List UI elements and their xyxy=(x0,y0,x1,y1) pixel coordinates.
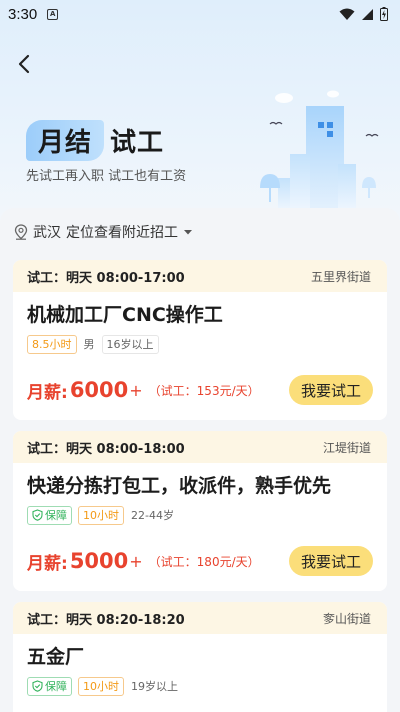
job-list-panel: 武汉 定位查看附近招工 试工：明天 08:00-17:00 五里界街道 机械加工… xyxy=(0,208,400,712)
job-title: 快递分拣打包工，收派件，熟手优先 xyxy=(27,475,332,497)
tag-hours: 10小时 xyxy=(78,676,124,696)
trial-time: 试工：明天 08:20-18:20 xyxy=(27,612,185,628)
tag-guarantee-label: 保障 xyxy=(45,508,67,522)
pay-label: 月薪: xyxy=(27,553,68,574)
tag-guarantee: 保障 xyxy=(27,676,72,696)
job-street: 五里界街道 xyxy=(310,269,371,284)
job-tags: 保障 10小时 19岁以上 xyxy=(13,672,387,696)
location-selector[interactable]: 武汉 定位查看附近招工 xyxy=(14,222,193,242)
page-title-text: 试工 xyxy=(110,128,165,158)
tag-age: 19岁以上 xyxy=(131,679,178,693)
tag-guarantee-label: 保障 xyxy=(45,679,67,693)
job-card-header: 试工：明天 08:00-17:00 五里界街道 xyxy=(13,260,387,292)
pay-amount: 6000 xyxy=(69,378,129,402)
status-time: 3:30 xyxy=(8,5,38,23)
location-pin-icon xyxy=(14,224,28,240)
battery-icon xyxy=(380,7,388,21)
job-title: 机械加工厂CNC操作工 xyxy=(27,304,223,326)
tag-hours: 8.5小时 xyxy=(27,334,77,354)
pay-plus: + xyxy=(129,551,143,571)
back-button[interactable] xyxy=(10,50,38,78)
signal-icon xyxy=(362,8,373,20)
pay-amount: 5000 xyxy=(69,549,129,573)
job-tags: 8.5小时 男 16岁以上 xyxy=(13,330,387,354)
page-title-highlight: 月结 xyxy=(26,120,105,161)
pay-label: 月薪: xyxy=(27,382,68,403)
wifi-icon xyxy=(339,8,355,20)
trial-time: 试工：明天 08:00-17:00 xyxy=(27,270,185,286)
status-icons xyxy=(339,7,388,21)
back-icon xyxy=(18,54,30,74)
city-illustration xyxy=(260,90,379,210)
status-bar: 3:30 A xyxy=(0,0,400,28)
job-street: 奓山街道 xyxy=(322,611,371,626)
tag-age: 16岁以上 xyxy=(101,334,159,354)
tag-guarantee: 保障 xyxy=(27,505,72,525)
location-hint: 定位查看附近招工 xyxy=(66,225,178,241)
job-tags: 保障 10小时 22-44岁 xyxy=(13,501,387,525)
pay-row: 月薪: 5000 + （试工：180元/天） 我要试工 xyxy=(27,545,373,577)
pay-plus: + xyxy=(129,380,143,400)
page-title: 月结 试工 xyxy=(26,120,164,161)
job-card[interactable]: 试工：明天 08:00-18:00 江堤街道 快递分拣打包工，收派件，熟手优先 … xyxy=(13,431,387,591)
trial-time: 试工：明天 08:00-18:00 xyxy=(27,441,185,457)
shield-check-icon xyxy=(32,680,43,692)
tag-hours: 10小时 xyxy=(78,505,124,525)
notification-app-icon: A xyxy=(47,8,59,20)
job-title: 五金厂 xyxy=(27,646,85,668)
job-card-header: 试工：明天 08:20-18:20 奓山街道 xyxy=(13,602,387,634)
hero-banner: 3:30 A 月结 试工 先试工再入职 试工也有工资 xyxy=(0,0,400,230)
shield-check-icon xyxy=(32,509,43,521)
tag-gender: 男 xyxy=(83,337,95,351)
location-city: 武汉 xyxy=(33,225,61,241)
job-card[interactable]: 试工：明天 08:00-17:00 五里界街道 机械加工厂CNC操作工 8.5小… xyxy=(13,260,387,420)
trial-pay: （试工：180元/天） xyxy=(148,554,260,569)
apply-trial-button[interactable]: 我要试工 xyxy=(289,546,373,576)
job-card-header: 试工：明天 08:00-18:00 江堤街道 xyxy=(13,431,387,463)
page-subtitle: 先试工再入职 试工也有工资 xyxy=(26,169,187,184)
job-card[interactable]: 试工：明天 08:20-18:20 奓山街道 五金厂 保障 10小时 19岁以上 xyxy=(13,602,387,712)
caret-down-icon xyxy=(184,230,192,235)
apply-trial-button[interactable]: 我要试工 xyxy=(289,375,373,405)
pay-row: 月薪: 6000 + （试工：153元/天） 我要试工 xyxy=(27,374,373,406)
tag-age: 22-44岁 xyxy=(131,508,174,522)
trial-pay: （试工：153元/天） xyxy=(148,383,260,398)
job-street: 江堤街道 xyxy=(322,440,371,455)
